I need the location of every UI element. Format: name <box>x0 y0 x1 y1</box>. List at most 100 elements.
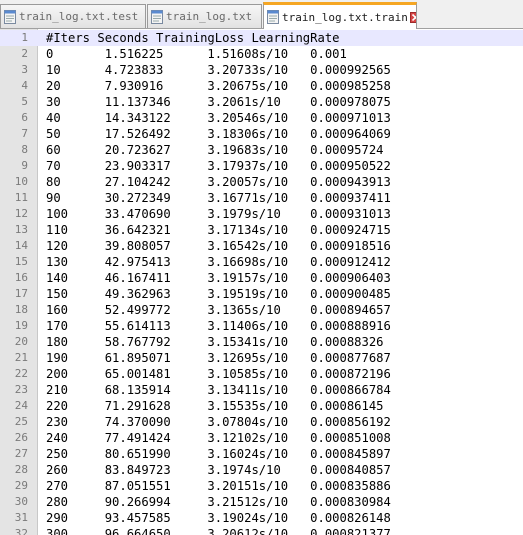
tab-label: train_log.txt.test <box>19 10 139 23</box>
line-text: 170 55.614113 3.11406s/10 0.000888916 <box>46 319 391 333</box>
editor-line[interactable]: 20 180 58.767792 3.15341s/10 0.00088326 <box>0 334 523 350</box>
editor-line[interactable]: 12 100 33.470690 3.1979s/10 0.000931013 <box>0 206 523 222</box>
tab-train-log[interactable]: train_log.txt <box>147 4 262 28</box>
file-icon <box>267 10 279 24</box>
line-text: 200 65.001481 3.10585s/10 0.000872196 <box>46 367 391 381</box>
line-text: 80 27.104242 3.20057s/10 0.000943913 <box>46 175 391 189</box>
file-icon <box>151 9 163 24</box>
tab-train-log-train[interactable]: train_log.txt.train <box>263 2 417 29</box>
line-text: 70 23.903317 3.17937s/10 0.000950522 <box>46 159 391 173</box>
line-number: 15 <box>14 255 28 268</box>
editor-line[interactable]: 23 210 68.135914 3.13411s/10 0.000866784 <box>0 382 523 398</box>
editor-line[interactable]: 27 250 80.651990 3.16024s/10 0.000845897 <box>0 446 523 462</box>
editor-line[interactable]: 6 40 14.343122 3.20546s/10 0.000971013 <box>0 110 523 126</box>
editor-line[interactable]: 13 110 36.642321 3.17134s/10 0.000924715 <box>0 222 523 238</box>
line-number: 13 <box>14 223 28 236</box>
editor-line[interactable]: 31 290 93.457585 3.19024s/10 0.000826148 <box>0 510 523 526</box>
line-number: 26 <box>14 431 28 444</box>
editor-line[interactable]: 25 230 74.370090 3.07804s/10 0.000856192 <box>0 414 523 430</box>
line-text: 190 61.895071 3.12695s/10 0.000877687 <box>46 351 391 365</box>
line-number: 23 <box>14 383 28 396</box>
editor-line[interactable]: 1 #Iters Seconds TrainingLoss LearningRat… <box>0 30 523 46</box>
line-text: 90 30.272349 3.16771s/10 0.000937411 <box>46 191 391 205</box>
line-text: 270 87.051551 3.20151s/10 0.000835886 <box>46 479 391 493</box>
line-number: 9 <box>21 159 28 172</box>
line-text: 290 93.457585 3.19024s/10 0.000826148 <box>46 511 391 525</box>
editor-line[interactable]: 5 30 11.137346 3.2061s/10 0.000978075 <box>0 94 523 110</box>
editor-line[interactable]: 32 300 96.664650 3.20612s/10 0.000821377 <box>0 526 523 535</box>
editor-line[interactable]: 17 150 49.362963 3.19519s/10 0.000900485 <box>0 286 523 302</box>
file-icon <box>4 9 16 24</box>
line-text: 260 83.849723 3.1974s/10 0.000840857 <box>46 463 391 477</box>
line-number: 16 <box>14 271 28 284</box>
line-number: 28 <box>14 463 28 476</box>
line-number: 29 <box>14 479 28 492</box>
line-number: 14 <box>14 239 28 252</box>
line-number: 7 <box>21 127 28 140</box>
close-icon[interactable] <box>409 11 416 23</box>
line-number: 18 <box>14 303 28 316</box>
line-text: #Iters Seconds TrainingLoss LearningRate <box>46 31 340 45</box>
line-number: 27 <box>14 447 28 460</box>
editor-line[interactable]: 28 260 83.849723 3.1974s/10 0.000840857 <box>0 462 523 478</box>
line-text: 0 1.516225 1.51608s/10 0.001 <box>46 47 347 61</box>
line-number: 32 <box>14 527 28 535</box>
line-text: 110 36.642321 3.17134s/10 0.000924715 <box>46 223 391 237</box>
editor[interactable]: 1 #Iters Seconds TrainingLoss LearningRat… <box>0 29 523 535</box>
line-text: 280 90.266994 3.21512s/10 0.000830984 <box>46 495 391 509</box>
line-number: 11 <box>14 191 28 204</box>
editor-line[interactable]: 2 0 1.516225 1.51608s/10 0.001 <box>0 46 523 62</box>
line-text: 50 17.526492 3.18306s/10 0.000964069 <box>46 127 391 141</box>
tab-bar: train_log.txt.test train_log.txt train_l… <box>0 0 523 29</box>
editor-line[interactable]: 14 120 39.808057 3.16542s/10 0.000918516 <box>0 238 523 254</box>
line-number: 19 <box>14 319 28 332</box>
line-number: 5 <box>21 95 28 108</box>
line-number: 8 <box>21 143 28 156</box>
line-number: 24 <box>14 399 28 412</box>
editor-line[interactable]: 21 190 61.895071 3.12695s/10 0.000877687 <box>0 350 523 366</box>
editor-line[interactable]: 24 220 71.291628 3.15535s/10 0.00086145 <box>0 398 523 414</box>
editor-line[interactable]: 30 280 90.266994 3.21512s/10 0.000830984 <box>0 494 523 510</box>
editor-line[interactable]: 18 160 52.499772 3.1365s/10 0.000894657 <box>0 302 523 318</box>
line-number: 3 <box>21 63 28 76</box>
line-text: 180 58.767792 3.15341s/10 0.00088326 <box>46 335 384 349</box>
line-text: 300 96.664650 3.20612s/10 0.000821377 <box>46 527 391 535</box>
line-number: 22 <box>14 367 28 380</box>
line-text: 250 80.651990 3.16024s/10 0.000845897 <box>46 447 391 461</box>
line-number: 4 <box>21 79 28 92</box>
line-text: 30 11.137346 3.2061s/10 0.000978075 <box>46 95 391 109</box>
line-text: 140 46.167411 3.19157s/10 0.000906403 <box>46 271 391 285</box>
editor-line[interactable]: 7 50 17.526492 3.18306s/10 0.000964069 <box>0 126 523 142</box>
line-number: 6 <box>21 111 28 124</box>
editor-line[interactable]: 29 270 87.051551 3.20151s/10 0.000835886 <box>0 478 523 494</box>
tab-train-log-test[interactable]: train_log.txt.test <box>0 4 146 28</box>
editor-line[interactable]: 11 90 30.272349 3.16771s/10 0.000937411 <box>0 190 523 206</box>
editor-line[interactable]: 26 240 77.491424 3.12102s/10 0.000851008 <box>0 430 523 446</box>
line-number: 17 <box>14 287 28 300</box>
line-text: 210 68.135914 3.13411s/10 0.000866784 <box>46 383 391 397</box>
line-text: 120 39.808057 3.16542s/10 0.000918516 <box>46 239 391 253</box>
line-text: 130 42.975413 3.16698s/10 0.000912412 <box>46 255 391 269</box>
editor-line[interactable]: 4 20 7.930916 3.20675s/10 0.000985258 <box>0 78 523 94</box>
editor-line[interactable]: 19 170 55.614113 3.11406s/10 0.000888916 <box>0 318 523 334</box>
line-number: 2 <box>21 47 28 60</box>
line-number: 30 <box>14 495 28 508</box>
line-number: 1 <box>21 31 28 44</box>
line-text: 160 52.499772 3.1365s/10 0.000894657 <box>46 303 391 317</box>
line-text: 60 20.723627 3.19683s/10 0.00095724 <box>46 143 384 157</box>
editor-line[interactable]: 22 200 65.001481 3.10585s/10 0.000872196 <box>0 366 523 382</box>
tab-label: train_log.txt.train <box>282 10 408 24</box>
line-text: 100 33.470690 3.1979s/10 0.000931013 <box>46 207 391 221</box>
editor-line[interactable]: 3 10 4.723833 3.20733s/10 0.000992565 <box>0 62 523 78</box>
line-number: 12 <box>14 207 28 220</box>
editor-line[interactable]: 8 60 20.723627 3.19683s/10 0.00095724 <box>0 142 523 158</box>
line-text: 40 14.343122 3.20546s/10 0.000971013 <box>46 111 391 125</box>
editor-line[interactable]: 15 130 42.975413 3.16698s/10 0.000912412 <box>0 254 523 270</box>
editor-line[interactable]: 10 80 27.104242 3.20057s/10 0.000943913 <box>0 174 523 190</box>
line-number: 31 <box>14 511 28 524</box>
editor-line[interactable]: 9 70 23.903317 3.17937s/10 0.000950522 <box>0 158 523 174</box>
editor-line[interactable]: 16 140 46.167411 3.19157s/10 0.000906403 <box>0 270 523 286</box>
line-text: 230 74.370090 3.07804s/10 0.000856192 <box>46 415 391 429</box>
line-number: 25 <box>14 415 28 428</box>
line-number: 21 <box>14 351 28 364</box>
